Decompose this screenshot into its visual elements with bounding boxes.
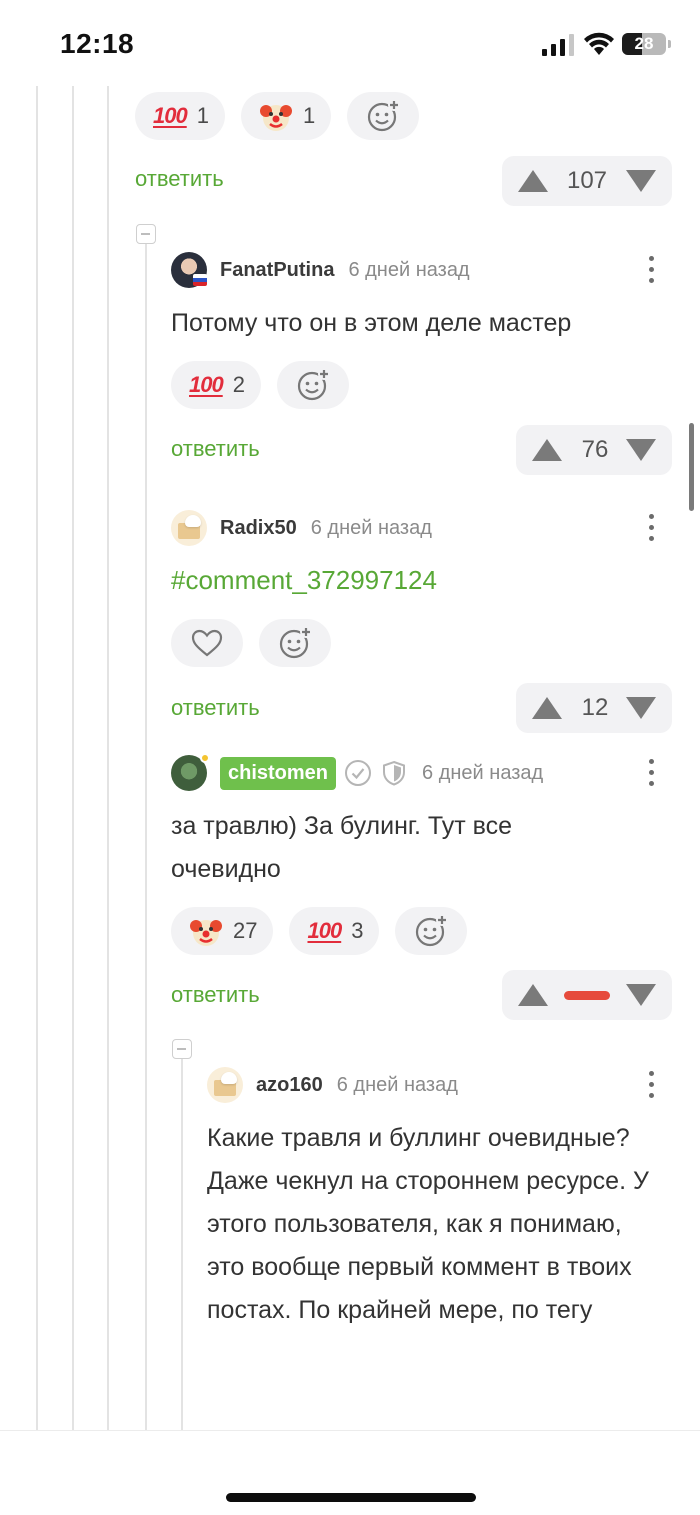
reaction-count: 2 xyxy=(232,372,245,397)
more-vertical-icon[interactable] xyxy=(647,1071,655,1101)
cellular-signal-icon xyxy=(542,34,574,56)
avatar[interactable] xyxy=(207,1067,243,1103)
upvote-button[interactable] xyxy=(516,168,550,194)
online-status-dot xyxy=(200,753,210,763)
reactions-bar: 27 100 3 xyxy=(171,907,468,955)
username[interactable]: Radix50 xyxy=(220,517,297,540)
100-emoji-icon: 100 xyxy=(189,372,224,397)
comment-header: FanatPutina 6 дней назад xyxy=(171,250,470,290)
username[interactable]: FanatPutina xyxy=(220,259,334,282)
status-bar: 12:18 28 xyxy=(0,0,700,86)
downvote-button[interactable] xyxy=(624,982,658,1008)
status-time: 12:18 xyxy=(60,28,135,59)
add-reaction-button[interactable] xyxy=(395,907,468,955)
vote-box: 107 xyxy=(502,156,672,206)
scrollbar[interactable] xyxy=(689,423,694,511)
thread-line xyxy=(36,86,38,1430)
reaction-count: 27 xyxy=(233,918,258,943)
more-vertical-icon[interactable] xyxy=(647,256,655,286)
reply-link[interactable]: ответить xyxy=(171,436,260,462)
comment-header: azo160 6 дней назад xyxy=(207,1065,458,1105)
shield-icon xyxy=(383,760,406,786)
reaction-chip[interactable]: 100 3 xyxy=(289,907,380,955)
comment-time: 6 дней назад xyxy=(348,258,470,281)
battery-level: 28 xyxy=(634,34,654,53)
avatar[interactable] xyxy=(171,252,207,288)
comment-time: 6 дней назад xyxy=(336,1073,458,1096)
comment-time: 6 дней назад xyxy=(422,761,544,784)
more-vertical-icon[interactable] xyxy=(647,514,655,544)
reaction-count: 1 xyxy=(196,103,209,128)
collapse-thread-button[interactable] xyxy=(172,1039,192,1059)
downvote-button[interactable] xyxy=(624,695,658,721)
collapse-thread-button[interactable] xyxy=(136,224,156,244)
reply-link[interactable]: ответить xyxy=(171,695,260,721)
add-reaction-icon xyxy=(416,914,449,947)
vote-count: 12 xyxy=(581,694,609,721)
wifi-icon xyxy=(584,32,614,55)
reaction-chip[interactable]: 1 xyxy=(240,92,332,140)
reaction-chip[interactable]: 100 1 xyxy=(135,92,225,140)
comment-header: chistomen 6 дней назад xyxy=(171,753,543,793)
reactions-bar: 100 1 1 xyxy=(135,92,420,140)
comment-text: Потому что он в этом деле мастер xyxy=(171,309,572,337)
vote-count: 107 xyxy=(566,167,608,194)
more-vertical-icon[interactable] xyxy=(647,759,655,789)
reactions-bar: 100 2 xyxy=(171,361,349,409)
like-button[interactable] xyxy=(171,619,243,667)
upvote-button[interactable] xyxy=(516,982,550,1008)
home-indicator-area xyxy=(0,1430,700,1515)
thread-line xyxy=(145,243,147,1430)
100-emoji-icon: 100 xyxy=(153,103,188,128)
username[interactable]: azo160 xyxy=(256,1074,323,1097)
avatar[interactable] xyxy=(171,510,207,546)
reaction-count: 1 xyxy=(302,103,316,128)
home-indicator[interactable] xyxy=(226,1493,476,1502)
heart-icon xyxy=(191,629,223,657)
upvote-button[interactable] xyxy=(530,695,564,721)
comment-header: Radix50 6 дней назад xyxy=(171,508,432,548)
add-reaction-button[interactable] xyxy=(347,92,420,140)
upvote-button[interactable] xyxy=(530,437,564,463)
reaction-chip[interactable]: 100 2 xyxy=(171,361,261,409)
vote-box xyxy=(502,970,672,1020)
comment-link[interactable]: #comment_372997124 xyxy=(171,565,437,596)
vote-box: 76 xyxy=(516,425,672,475)
username[interactable]: chistomen xyxy=(220,756,337,790)
add-reaction-button[interactable] xyxy=(259,619,331,667)
reply-link[interactable]: ответить xyxy=(171,982,260,1008)
downvote-button[interactable] xyxy=(624,168,658,194)
reactions-bar xyxy=(171,619,331,667)
comment-text: Какие травля и буллинг очевидные? Даже ч… xyxy=(207,1124,649,1324)
reply-link[interactable]: ответить xyxy=(135,166,224,192)
downvote-button[interactable] xyxy=(624,437,658,463)
reaction-count: 3 xyxy=(351,918,364,943)
add-reaction-icon xyxy=(279,626,312,659)
thread-line xyxy=(181,1057,183,1430)
verified-check-icon xyxy=(345,760,372,786)
battery-cap xyxy=(668,40,671,48)
comments-feed[interactable]: 100 1 1 ответить 107 FanatPutina 6 дней … xyxy=(0,86,700,1430)
clown-emoji-icon xyxy=(259,105,292,131)
thread-line xyxy=(72,86,74,1430)
100-emoji-icon: 100 xyxy=(307,918,342,943)
vote-box: 12 xyxy=(516,683,672,733)
comment-time: 6 дней назад xyxy=(310,516,432,539)
add-reaction-button[interactable] xyxy=(276,361,349,409)
thread-line xyxy=(107,86,109,1430)
add-reaction-icon xyxy=(368,99,401,132)
reaction-chip[interactable]: 27 xyxy=(171,907,274,955)
clown-emoji-icon xyxy=(190,920,222,946)
battery-icon: 28 xyxy=(622,33,666,55)
add-reaction-icon xyxy=(297,368,330,401)
comment-text: за травлю) За булинг. Тут все очевидно xyxy=(171,812,513,883)
negative-rating-bar xyxy=(564,991,610,1000)
vote-count: 76 xyxy=(581,436,609,463)
avatar[interactable] xyxy=(171,753,210,791)
